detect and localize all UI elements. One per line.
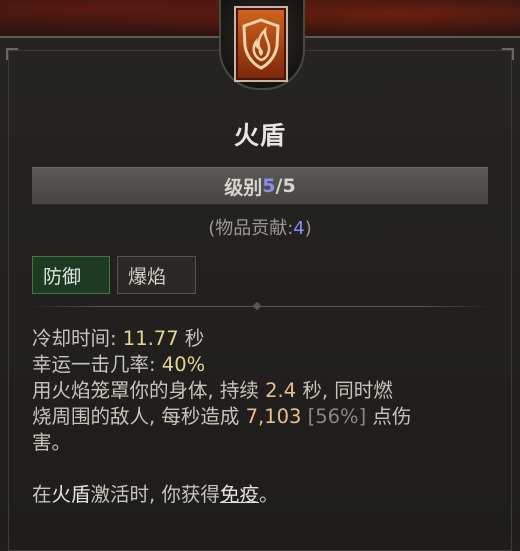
desc-text-2b: 点伤 (366, 405, 412, 428)
desc-text-4a: 在 (32, 483, 52, 506)
divider (30, 306, 490, 307)
desc-text-1b: 秒, 同时燃 (296, 379, 393, 402)
fire-shield-icon (242, 18, 280, 70)
lucky-value: 40% (161, 353, 206, 376)
panel-corner-right (502, 48, 514, 60)
tag-pyromancy: 爆焰 (117, 256, 196, 294)
lucky-hit-line: 幸运一击几率: 40% (32, 352, 502, 378)
damage-percent: [56%] (301, 405, 367, 428)
cooldown-unit: 秒 (178, 327, 205, 350)
contrib-value: 4 (293, 218, 305, 239)
desc-text-2a: 烧周围的敌人, 每秒造成 (32, 405, 246, 428)
tag-defensive: 防御 (32, 256, 110, 294)
cooldown-label: 冷却时间: (32, 327, 123, 350)
panel-corner-left (6, 48, 18, 60)
duration-value: 2.4 (265, 379, 297, 402)
skill-title: 火盾 (233, 121, 286, 150)
skill-icon (234, 6, 288, 82)
skill-body: 冷却时间: 11.77 秒 幸运一击几率: 40% 用火焰笼罩你的身体, 持续 … (32, 326, 502, 508)
lucky-label: 幸运一击几率: (32, 353, 162, 376)
immune-keyword-link[interactable]: 免疫 (220, 483, 259, 506)
rank-bar: 级别 5 / 5 (32, 167, 488, 205)
desc-line-1: 用火焰笼罩你的身体, 持续 2.4 秒, 同时燃 (32, 378, 502, 404)
item-contribution: (物品贡献:4) (0, 214, 520, 240)
desc-text-4b: 激活时, 你获得 (90, 483, 220, 506)
contrib-prefix: (物品贡献: (208, 218, 294, 239)
rank-current: 5 (262, 175, 276, 197)
skill-name-ref: 火盾 (51, 483, 91, 506)
rank-label: 级别 (224, 176, 263, 199)
contrib-suffix: ) (304, 218, 312, 239)
rank-max: 5 (282, 175, 296, 197)
damage-value: 7,103 (245, 405, 302, 428)
desc-text-1a: 用火焰笼罩你的身体, 持续 (32, 379, 266, 402)
desc-line-2: 烧周围的敌人, 每秒造成 7,103 [56%] 点伤 (32, 404, 502, 430)
cooldown-line: 冷却时间: 11.77 秒 (32, 326, 502, 352)
desc-line-3: 害。 (32, 431, 72, 454)
desc-line-4: 在火盾激活时, 你获得免疫。 (32, 482, 502, 508)
rank-separator: / (275, 175, 283, 197)
desc-text-4c: 。 (258, 483, 279, 506)
cooldown-value: 11.77 (122, 327, 179, 350)
